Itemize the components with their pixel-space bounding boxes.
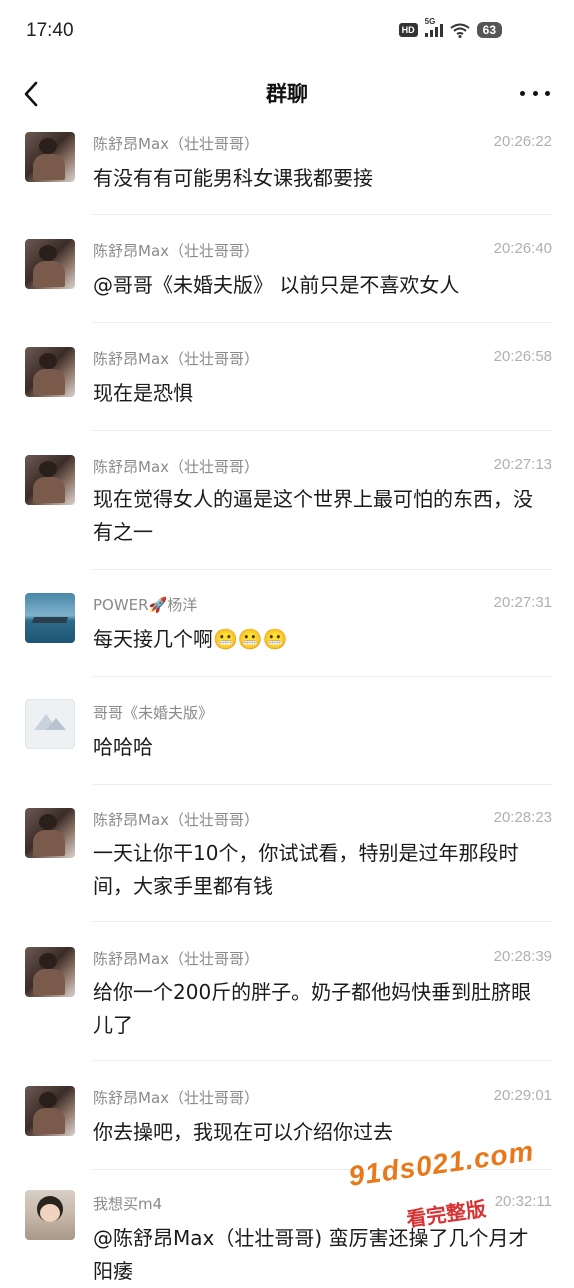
sender-avatar[interactable] — [25, 132, 75, 182]
wifi-icon — [450, 23, 470, 38]
message-time: 20:27:31 — [493, 594, 552, 611]
sender-avatar[interactable] — [25, 593, 75, 643]
sender-avatar[interactable] — [25, 455, 75, 505]
message-time: 20:26:40 — [493, 240, 552, 257]
sender-avatar[interactable] — [25, 1190, 75, 1240]
more-dots-icon[interactable] — [520, 78, 550, 108]
message-text: 现在觉得女人的逼是这个世界上最可怕的东西，没有之一 — [93, 487, 533, 544]
divider — [93, 676, 552, 677]
message-text: 给你一个200斤的胖子。奶子都他妈快垂到肚脐眼儿了 — [93, 980, 532, 1037]
divider — [93, 322, 552, 323]
sender-name: 陈舒昂Max（壮壮哥哥） — [93, 350, 260, 368]
hd-icon: HD — [398, 23, 418, 37]
message-text: 现在是恐惧 — [93, 381, 193, 405]
sender-name: 陈舒昂Max（壮壮哥哥） — [93, 135, 260, 153]
message-text: 每天接几个啊😬😬😬 — [93, 627, 288, 651]
divider — [93, 430, 552, 431]
message-time: 20:32:11 — [494, 1193, 552, 1210]
sender-name: 陈舒昂Max（壮壮哥哥） — [93, 1089, 260, 1107]
signal-icon: 5G — [424, 17, 443, 37]
sender-avatar[interactable] — [25, 699, 75, 749]
sender-name: 陈舒昂Max（壮壮哥哥） — [93, 950, 260, 968]
sender-avatar[interactable] — [25, 239, 75, 289]
divider — [93, 784, 552, 785]
message-time: 20:26:22 — [493, 133, 552, 150]
message-text: 哈哈哈 — [93, 735, 153, 759]
page-title: 群聊 — [266, 82, 308, 106]
battery-icon: 63 — [476, 22, 502, 38]
divider — [93, 921, 552, 922]
status-icons: HD 5G 63 — [398, 17, 502, 38]
sender-avatar[interactable] — [25, 347, 75, 397]
message-time: 20:29:01 — [493, 1087, 552, 1104]
divider — [93, 569, 552, 570]
sender-name: 陈舒昂Max（壮壮哥哥） — [93, 242, 260, 260]
message-text: 有没有有可能男科女课我都要接 — [93, 166, 373, 190]
sender-avatar[interactable] — [25, 1086, 75, 1136]
status-time: 17:40 — [26, 20, 74, 41]
divider — [93, 214, 552, 215]
divider — [93, 1060, 552, 1061]
message-text: 一天让你干10个，你试试看，特别是过年那段时间，大家手里都有钱 — [93, 841, 519, 898]
sender-avatar[interactable] — [25, 808, 75, 858]
network-type-label: 5G — [424, 17, 436, 26]
sender-name: POWER🚀杨洋 — [93, 596, 198, 614]
message-text: @哥哥《未婚夫版》 以前只是不喜欢女人 — [93, 273, 460, 297]
sender-name: 陈舒昂Max（壮壮哥哥） — [93, 458, 260, 476]
sender-name: 陈舒昂Max（壮壮哥哥） — [93, 811, 260, 829]
message-time: 20:26:58 — [493, 348, 552, 365]
sender-avatar[interactable] — [25, 947, 75, 997]
sender-name: 我想买m4 — [93, 1195, 163, 1213]
status-bar: 17:40 HD 5G 63 — [0, 0, 574, 66]
message-text: @陈舒昂Max（壮壮哥哥) 蛮厉害还操了几个月才阳痿 — [93, 1226, 529, 1283]
message-time: 20:27:13 — [493, 456, 552, 473]
sender-name: 哥哥《未婚夫版》 — [93, 704, 214, 722]
chat-header: 群聊 — [0, 66, 574, 122]
message-time: 20:28:23 — [493, 809, 552, 826]
message-time: 20:28:39 — [493, 948, 552, 965]
